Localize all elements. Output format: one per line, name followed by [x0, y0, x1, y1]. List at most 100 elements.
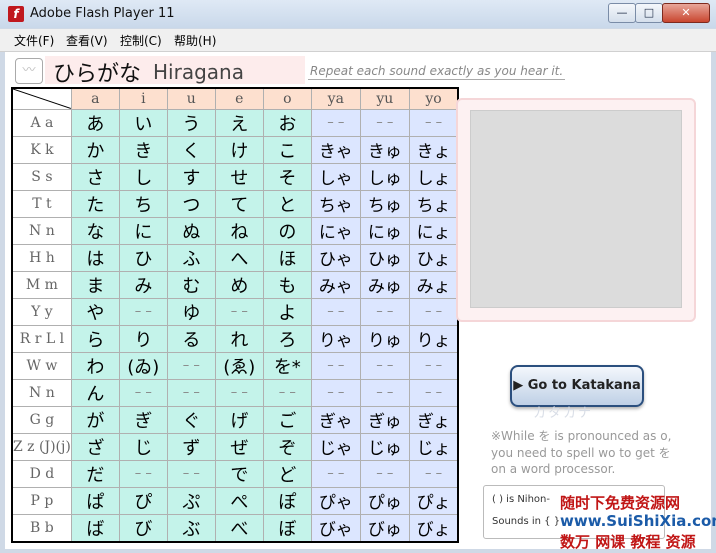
kana-cell[interactable]: ぐ	[166, 405, 216, 434]
kana-cell[interactable]: よ	[262, 297, 312, 326]
go-to-katakana-button[interactable]: ▶ Go to Katakana	[510, 365, 644, 407]
kana-cell[interactable]: ね	[214, 216, 264, 245]
kana-cell[interactable]: へ	[214, 243, 264, 272]
kana-cell[interactable]: の	[262, 216, 312, 245]
maximize-button[interactable]: □	[635, 3, 663, 23]
kana-cell[interactable]: (ゐ)	[118, 351, 168, 380]
kana-cell[interactable]: ひ	[118, 243, 168, 272]
kana-cell[interactable]: お	[262, 108, 312, 137]
kana-cell[interactable]: きゃ	[310, 135, 361, 164]
kana-cell[interactable]: そ	[262, 162, 312, 191]
kana-cell[interactable]: りょ	[408, 324, 459, 353]
kana-cell[interactable]: ろ	[262, 324, 312, 353]
kana-cell[interactable]: つ	[166, 189, 216, 218]
kana-cell[interactable]: みょ	[408, 270, 459, 299]
kana-cell[interactable]: にゃ	[310, 216, 361, 245]
kana-cell[interactable]: ぎゃ	[310, 405, 361, 434]
minimize-button[interactable]: —	[608, 3, 636, 23]
kana-cell[interactable]: む	[166, 270, 216, 299]
kana-cell[interactable]: みゅ	[359, 270, 410, 299]
kana-cell[interactable]: (ゑ)	[214, 351, 264, 380]
kana-cell[interactable]: ぞ	[262, 432, 312, 461]
kana-cell[interactable]: し	[118, 162, 168, 191]
kana-cell[interactable]: じゅ	[359, 432, 410, 461]
kana-cell[interactable]: ら	[70, 324, 120, 353]
kana-cell[interactable]: ぜ	[214, 432, 264, 461]
kana-cell[interactable]: ず	[166, 432, 216, 461]
kana-cell[interactable]: きゅ	[359, 135, 410, 164]
kana-cell[interactable]: え	[214, 108, 264, 137]
menu-control[interactable]: 控制(C)	[120, 32, 162, 49]
kana-cell[interactable]: きょ	[408, 135, 459, 164]
kana-cell[interactable]: しょ	[408, 162, 459, 191]
kana-cell[interactable]: ほ	[262, 243, 312, 272]
kana-cell[interactable]: み	[118, 270, 168, 299]
title-bar[interactable]: f Adobe Flash Player 11 — □ ✕	[0, 0, 716, 28]
kana-cell[interactable]: り	[118, 324, 168, 353]
kana-cell[interactable]: ぎゅ	[359, 405, 410, 434]
kana-cell[interactable]: ふ	[166, 243, 216, 272]
kana-cell[interactable]: ぼ	[262, 513, 312, 542]
kana-cell[interactable]: を*	[262, 351, 312, 380]
kana-cell[interactable]: す	[166, 162, 216, 191]
kana-cell[interactable]: ご	[262, 405, 312, 434]
kana-cell[interactable]: ぱ	[70, 486, 120, 515]
kana-cell[interactable]: ど	[262, 459, 312, 488]
kana-cell[interactable]: じょ	[408, 432, 459, 461]
kana-cell[interactable]: ゆ	[166, 297, 216, 326]
kana-cell[interactable]: びゅ	[359, 513, 410, 542]
close-button[interactable]: ✕	[662, 3, 710, 23]
kana-cell[interactable]: ぴゅ	[359, 486, 410, 515]
kana-cell[interactable]: に	[118, 216, 168, 245]
kana-cell[interactable]: も	[262, 270, 312, 299]
kana-cell[interactable]: ち	[118, 189, 168, 218]
kana-cell[interactable]: りゃ	[310, 324, 361, 353]
kana-cell[interactable]: が	[70, 405, 120, 434]
kana-cell[interactable]: た	[70, 189, 120, 218]
kana-cell[interactable]: る	[166, 324, 216, 353]
kana-cell[interactable]: け	[214, 135, 264, 164]
kana-cell[interactable]: や	[70, 297, 120, 326]
kana-cell[interactable]: ま	[70, 270, 120, 299]
kana-cell[interactable]: あ	[70, 108, 120, 137]
kana-cell[interactable]: わ	[70, 351, 120, 380]
menu-view[interactable]: 查看(V)	[66, 32, 108, 49]
kana-cell[interactable]: な	[70, 216, 120, 245]
kana-cell[interactable]: ぽ	[262, 486, 312, 515]
kana-cell[interactable]: びゃ	[310, 513, 361, 542]
kana-cell[interactable]: ば	[70, 513, 120, 542]
kana-cell[interactable]: は	[70, 243, 120, 272]
kana-cell[interactable]: で	[214, 459, 264, 488]
kana-cell[interactable]: しゃ	[310, 162, 361, 191]
kana-cell[interactable]: ぺ	[214, 486, 264, 515]
kana-cell[interactable]: みゃ	[310, 270, 361, 299]
kana-cell[interactable]: ぶ	[166, 513, 216, 542]
sound-wave-icon[interactable]: 〰	[15, 58, 43, 84]
kana-cell[interactable]: か	[70, 135, 120, 164]
kana-cell[interactable]: び	[118, 513, 168, 542]
kana-cell[interactable]: にょ	[408, 216, 459, 245]
kana-cell[interactable]: れ	[214, 324, 264, 353]
kana-cell[interactable]: ひゃ	[310, 243, 361, 272]
kana-cell[interactable]: ぴ	[118, 486, 168, 515]
kana-cell[interactable]: き	[118, 135, 168, 164]
kana-cell[interactable]: う	[166, 108, 216, 137]
kana-cell[interactable]: と	[262, 189, 312, 218]
kana-cell[interactable]: ぬ	[166, 216, 216, 245]
kana-cell[interactable]: ひゅ	[359, 243, 410, 272]
kana-cell[interactable]: だ	[70, 459, 120, 488]
kana-cell[interactable]: にゅ	[359, 216, 410, 245]
kana-cell[interactable]: い	[118, 108, 168, 137]
kana-cell[interactable]: じゃ	[310, 432, 361, 461]
kana-cell[interactable]: ざ	[70, 432, 120, 461]
kana-cell[interactable]: びょ	[408, 513, 459, 542]
kana-cell[interactable]: く	[166, 135, 216, 164]
kana-cell[interactable]: しゅ	[359, 162, 410, 191]
kana-cell[interactable]: ひょ	[408, 243, 459, 272]
kana-cell[interactable]: りゅ	[359, 324, 410, 353]
kana-cell[interactable]: こ	[262, 135, 312, 164]
kana-cell[interactable]: て	[214, 189, 264, 218]
kana-cell[interactable]: ぷ	[166, 486, 216, 515]
kana-cell[interactable]: ぴょ	[408, 486, 459, 515]
kana-cell[interactable]: じ	[118, 432, 168, 461]
